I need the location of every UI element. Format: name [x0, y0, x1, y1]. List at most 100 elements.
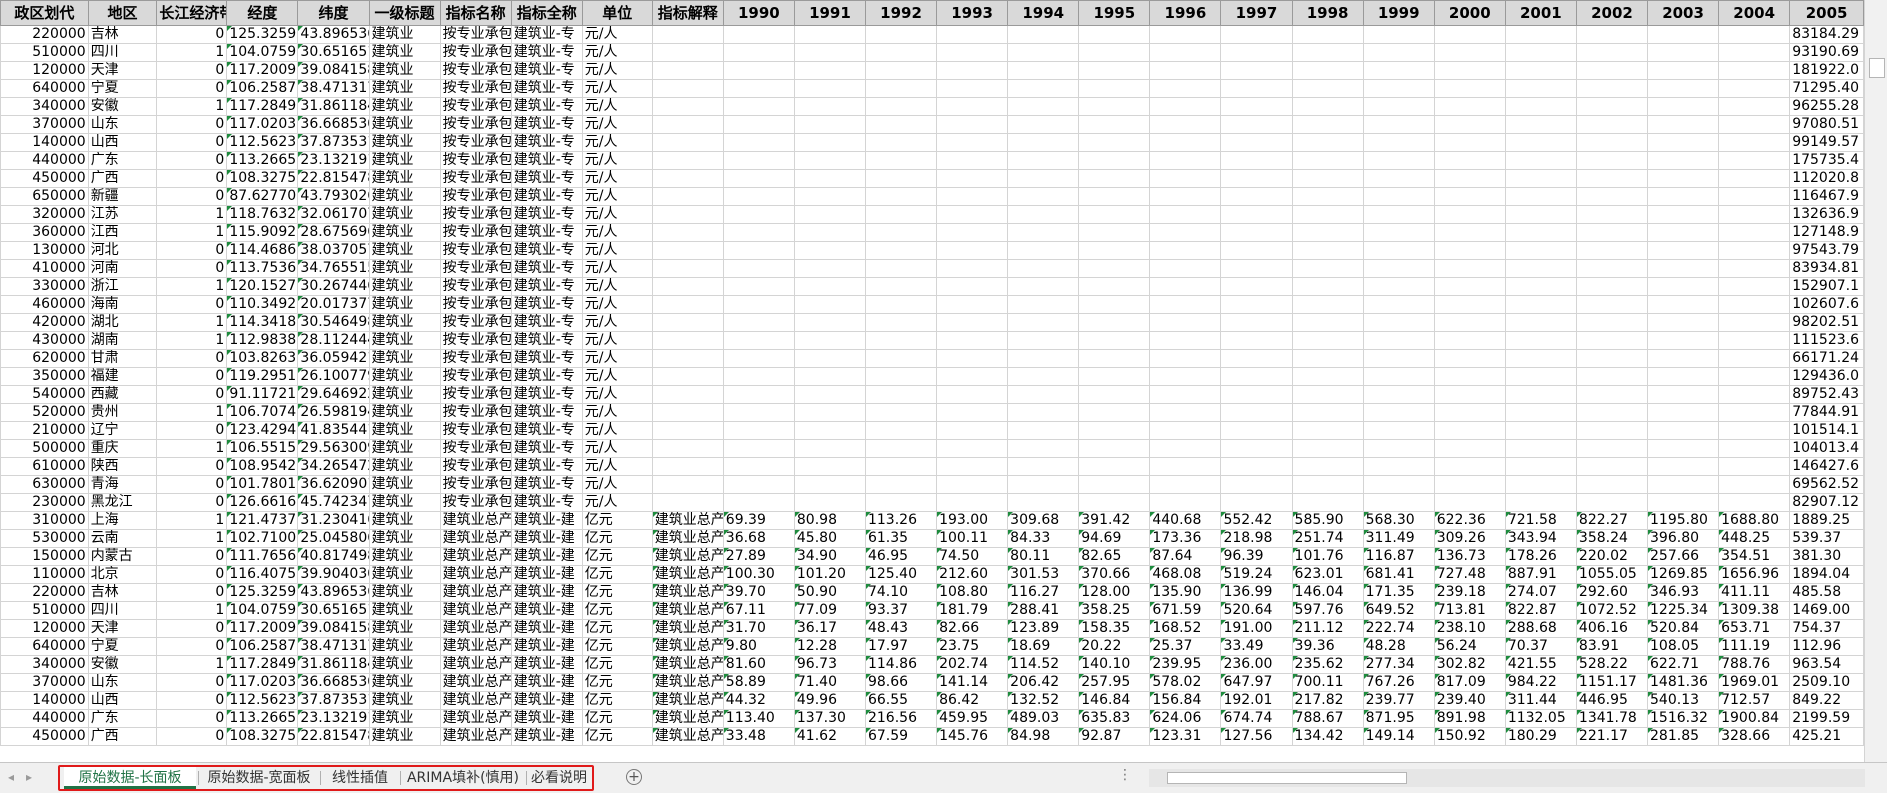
cell[interactable]: [1220, 259, 1293, 278]
cell[interactable]: [936, 367, 1009, 386]
cell[interactable]: 123.31: [1149, 727, 1222, 746]
cell[interactable]: [1291, 457, 1364, 476]
cell[interactable]: 建筑业总产: [651, 709, 724, 728]
cell[interactable]: 132.52: [1007, 691, 1080, 710]
cell[interactable]: 建筑业: [368, 331, 441, 350]
cell[interactable]: 674.74: [1220, 709, 1293, 728]
cell[interactable]: [1433, 241, 1506, 260]
cell[interactable]: [793, 187, 866, 206]
cell[interactable]: 1151.17: [1575, 673, 1649, 692]
cell[interactable]: 23.75: [936, 637, 1009, 656]
column-header[interactable]: 纬度: [297, 0, 370, 26]
cell[interactable]: 山东: [87, 673, 158, 692]
cell[interactable]: 1225.34: [1647, 601, 1720, 620]
cell[interactable]: [1718, 421, 1791, 440]
cell[interactable]: 71295.40: [1789, 79, 1864, 98]
cell[interactable]: [936, 151, 1009, 170]
cell[interactable]: [793, 97, 866, 116]
cell[interactable]: 建筑业总产: [439, 619, 512, 638]
cell[interactable]: 149.14: [1362, 727, 1435, 746]
cell[interactable]: 106.5515: [226, 439, 299, 458]
cell[interactable]: 822.87: [1504, 601, 1577, 620]
cell[interactable]: 36.668530: [297, 115, 370, 134]
cell[interactable]: 20.22: [1078, 637, 1151, 656]
cell[interactable]: 104013.4: [1789, 439, 1864, 458]
cell[interactable]: 30.546498: [297, 313, 370, 332]
cell[interactable]: 0: [156, 169, 228, 188]
cell[interactable]: 119.2951: [226, 367, 299, 386]
cell[interactable]: 亿元: [581, 511, 653, 530]
column-header[interactable]: 指标全称: [510, 0, 583, 26]
cell[interactable]: 建筑业总产: [439, 727, 512, 746]
cell[interactable]: 西藏: [87, 385, 158, 404]
cell[interactable]: 40.817498: [297, 547, 370, 566]
cell[interactable]: 建筑业: [368, 655, 441, 674]
cell[interactable]: 111523.6: [1789, 331, 1864, 350]
cell[interactable]: [722, 169, 795, 188]
cell[interactable]: 建筑业: [368, 601, 441, 620]
cell[interactable]: [722, 367, 795, 386]
cell[interactable]: 建筑业: [368, 529, 441, 548]
cell[interactable]: [1291, 241, 1364, 260]
cell[interactable]: [651, 331, 724, 350]
cell[interactable]: 140.10: [1078, 655, 1151, 674]
cell[interactable]: [651, 295, 724, 314]
cell[interactable]: [1220, 277, 1293, 296]
cell[interactable]: [1575, 169, 1649, 188]
cell[interactable]: 0: [156, 241, 228, 260]
cell[interactable]: 817.09: [1433, 673, 1506, 692]
cell[interactable]: 622.36: [1433, 511, 1506, 530]
cell[interactable]: [1149, 115, 1222, 134]
cell[interactable]: [1220, 313, 1293, 332]
cell[interactable]: [1291, 421, 1364, 440]
cell[interactable]: [864, 439, 938, 458]
cell[interactable]: 239.18: [1433, 583, 1506, 602]
cell[interactable]: [651, 97, 724, 116]
cell[interactable]: [1575, 313, 1649, 332]
cell[interactable]: 建筑业: [368, 25, 441, 44]
column-header[interactable]: 2003: [1647, 0, 1720, 26]
cell[interactable]: 湖南: [87, 331, 158, 350]
cell[interactable]: [1433, 313, 1506, 332]
cell[interactable]: 0: [156, 475, 228, 494]
cell[interactable]: 102607.6: [1789, 295, 1864, 314]
cell[interactable]: 647.97: [1220, 673, 1293, 692]
cell[interactable]: 129436.0: [1789, 367, 1864, 386]
cell[interactable]: 181922.0: [1789, 61, 1864, 80]
cell[interactable]: [1362, 349, 1435, 368]
cell[interactable]: [1078, 331, 1151, 350]
cell[interactable]: [1149, 133, 1222, 152]
cell[interactable]: 630000: [0, 475, 89, 494]
cell[interactable]: 89752.43: [1789, 385, 1864, 404]
cell[interactable]: [1647, 43, 1720, 62]
cell[interactable]: [1362, 151, 1435, 170]
cell[interactable]: [1504, 259, 1577, 278]
cell[interactable]: 按专业承包: [439, 313, 512, 332]
cell[interactable]: 115.9092: [226, 223, 299, 242]
cell[interactable]: 元/人: [581, 295, 653, 314]
cell[interactable]: 343.94: [1504, 529, 1577, 548]
cell[interactable]: 87.64: [1149, 547, 1222, 566]
cell[interactable]: 32.061707: [297, 205, 370, 224]
cell[interactable]: 440.68: [1149, 511, 1222, 530]
cell[interactable]: 193.00: [936, 511, 1009, 530]
cell[interactable]: 391.42: [1078, 511, 1151, 530]
cell[interactable]: [936, 421, 1009, 440]
cell[interactable]: 102.7100: [226, 529, 299, 548]
cell[interactable]: 按专业承包: [439, 367, 512, 386]
cell[interactable]: [1007, 223, 1080, 242]
cell[interactable]: 建筑业-专: [510, 331, 583, 350]
cell[interactable]: [1291, 295, 1364, 314]
cell[interactable]: 建筑业-建: [510, 655, 583, 674]
cell[interactable]: [1149, 385, 1222, 404]
cell[interactable]: [1575, 79, 1649, 98]
cell[interactable]: [1007, 349, 1080, 368]
cell[interactable]: [1362, 403, 1435, 422]
cell[interactable]: 0: [156, 151, 228, 170]
cell[interactable]: 26.598194: [297, 403, 370, 422]
cell[interactable]: [936, 313, 1009, 332]
cell[interactable]: [722, 493, 795, 512]
cell[interactable]: [864, 169, 938, 188]
cell[interactable]: 125.3259: [226, 25, 299, 44]
cell[interactable]: [651, 475, 724, 494]
